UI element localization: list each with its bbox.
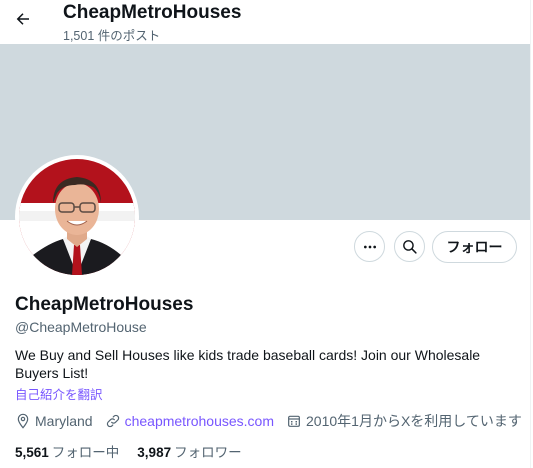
location-text: Maryland <box>35 413 93 429</box>
display-name: CheapMetroHouses <box>15 294 194 315</box>
location-item: Maryland <box>15 413 93 429</box>
following-label: フォロー中 <box>51 445 120 460</box>
post-count: 1,501 件のポスト <box>63 29 161 43</box>
website-link[interactable]: cheapmetrohouses.com <box>125 413 274 429</box>
followers-count: 3,987 <box>137 445 172 460</box>
column-divider <box>530 0 531 468</box>
followers-stat[interactable]: 3,987 フォロワー <box>137 441 241 461</box>
search-icon <box>403 240 417 254</box>
location-pin-icon <box>17 413 29 429</box>
follow-button[interactable]: フォロー <box>432 231 517 263</box>
user-handle: @CheapMetroHouse <box>15 319 147 335</box>
search-posts-button[interactable] <box>394 231 425 262</box>
avatar[interactable] <box>15 155 139 279</box>
avatar-photo <box>19 159 135 275</box>
profile-meta: Maryland cheapmetrohouses.com 2010年1月からX… <box>15 411 533 431</box>
follow-stats: 5,561 フォロー中 3,987 フォロワー <box>15 441 260 461</box>
more-dots-icon <box>363 245 376 248</box>
website-item: cheapmetrohouses.com <box>105 413 274 429</box>
joined-item: 2010年1月からXを利用しています <box>286 411 522 431</box>
translate-bio-link[interactable]: 自己紹介を翻訳 <box>15 384 103 403</box>
following-stat[interactable]: 5,561 フォロー中 <box>15 441 119 461</box>
profile-page: CheapMetroHouses 1,501 件のポスト フォロー CheapM… <box>0 0 533 468</box>
joined-text: 2010年1月からXを利用しています <box>306 413 522 429</box>
link-icon <box>106 414 119 428</box>
back-button[interactable] <box>8 4 38 34</box>
profile-bio: We Buy and Sell Houses like kids trade b… <box>15 347 481 381</box>
more-options-button[interactable] <box>354 231 385 262</box>
arrow-left-icon <box>16 13 29 25</box>
header-title: CheapMetroHouses <box>63 2 242 23</box>
profile-header: CheapMetroHouses 1,501 件のポスト <box>0 0 530 44</box>
followers-label: フォロワー <box>174 445 242 460</box>
calendar-icon <box>288 415 300 427</box>
following-count: 5,561 <box>15 445 49 460</box>
